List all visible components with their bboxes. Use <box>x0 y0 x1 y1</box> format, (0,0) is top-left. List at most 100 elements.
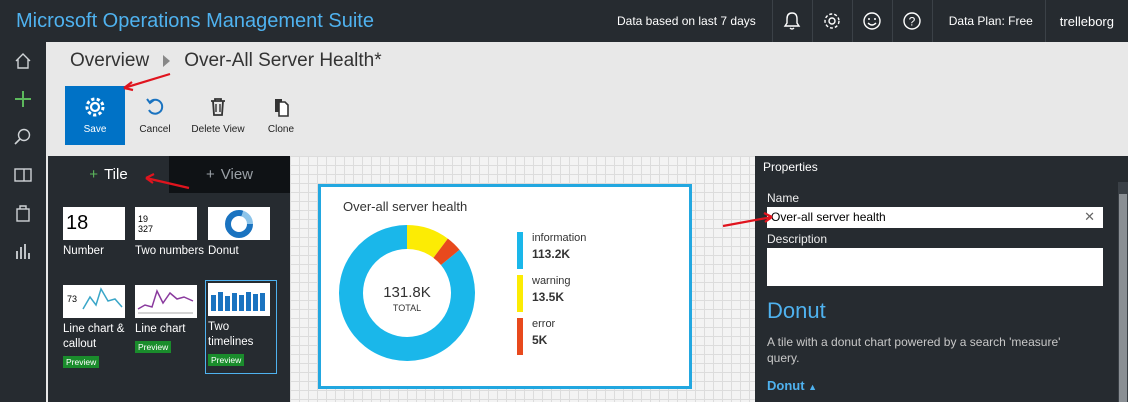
donut-total-label: TOTAL <box>393 303 421 313</box>
data-range-note: Data based on last 7 days <box>616 14 756 28</box>
legend-name: warning <box>532 275 571 287</box>
panels-icon[interactable] <box>0 156 46 194</box>
tile-two-timelines[interactable]: Two timelines Preview <box>205 280 277 374</box>
tile-label: Two timelines <box>208 321 254 348</box>
triangle-up-icon: ▲ <box>808 382 818 392</box>
tab-view-label: View <box>220 166 253 183</box>
two-numbers-thumbnail: 19 327 <box>135 207 197 240</box>
plus-icon: + <box>89 166 99 183</box>
tab-view[interactable]: + View <box>169 156 290 193</box>
preview-badge: Preview <box>63 356 100 368</box>
user-name[interactable]: trelleborg <box>1044 0 1128 42</box>
properties-title: Properties <box>763 160 818 174</box>
name-label: Name <box>767 191 800 205</box>
home-icon[interactable] <box>0 42 46 80</box>
undo-icon <box>146 98 164 115</box>
line-chart-thumb-icon <box>137 289 194 314</box>
data-plan[interactable]: Data Plan: Free <box>931 0 1045 42</box>
donut-section-label: Donut <box>767 378 805 393</box>
top-bar: Microsoft Operations Management Suite Da… <box>0 0 1128 42</box>
breadcrumb-separator-icon <box>163 55 171 67</box>
tile-donut[interactable]: Donut <box>208 207 278 259</box>
name-field-value: Over-all server health <box>771 210 886 224</box>
donut-section-toggle[interactable]: Donut ▲ <box>767 378 817 393</box>
legend-value: 113.2K <box>532 247 571 261</box>
properties-panel: Properties Name Over-all server health ✕… <box>755 156 1128 402</box>
delete-view-label: Delete View <box>191 124 245 135</box>
breadcrumb-overview[interactable]: Overview <box>70 50 149 72</box>
tile-line-chart[interactable]: Line chart Preview <box>135 285 205 355</box>
clear-icon[interactable]: ✕ <box>1084 209 1095 225</box>
left-nav <box>0 42 46 402</box>
donut-thumb-icon <box>225 209 253 238</box>
copy-icon <box>275 99 289 117</box>
breadcrumb: Overview Over-All Server Health* <box>70 50 382 72</box>
breadcrumb-current: Over-All Server Health* <box>184 50 382 71</box>
number-thumbnail: 18 <box>63 207 125 240</box>
timelines-thumbnail <box>208 283 270 316</box>
tile-label: Number <box>63 245 104 257</box>
save-label: Save <box>83 124 107 135</box>
smiley-icon[interactable] <box>851 0 892 42</box>
description-label: Description <box>767 232 828 246</box>
two-numbers-thumb-line1: 19 <box>138 213 149 224</box>
toolbar: Save Cancel Delete View Clone <box>65 86 311 145</box>
tab-tile[interactable]: + Tile <box>48 156 169 193</box>
legend-swatch <box>517 275 523 312</box>
legend-warning: warning 13.5K <box>517 275 571 312</box>
legend-name: information <box>532 232 587 244</box>
tile-line-chart-callout[interactable]: 73 Line chart & callout Preview <box>63 285 133 370</box>
donut-chart: 131.8K TOTAL <box>339 225 475 361</box>
donut-thumbnail <box>208 207 270 240</box>
legend-value: 13.5K <box>532 290 565 304</box>
gear-icon <box>85 97 105 117</box>
preview-badge: Preview <box>135 341 172 353</box>
add-icon[interactable] <box>0 80 46 118</box>
bell-icon[interactable] <box>771 0 812 42</box>
legend-error: error 5K <box>517 318 555 355</box>
legend-value: 5K <box>532 333 548 347</box>
preview-badge: Preview <box>208 354 245 366</box>
tab-tile-label: Tile <box>104 166 128 183</box>
bag-icon[interactable] <box>0 194 46 232</box>
name-field[interactable]: Over-all server health ✕ <box>767 207 1103 228</box>
tile-number[interactable]: 18 Number <box>63 207 133 259</box>
trash-icon <box>211 98 225 116</box>
tile-label: Line chart <box>135 323 186 335</box>
legend-name: error <box>532 318 556 330</box>
save-button[interactable]: Save <box>65 86 125 145</box>
tile-type-heading: Donut <box>767 298 826 323</box>
search-icon[interactable] <box>0 118 46 156</box>
bar-chart-icon[interactable] <box>0 232 46 270</box>
description-field[interactable] <box>767 248 1103 286</box>
tile-type-description: A tile with a donut chart powered by a s… <box>767 335 1061 365</box>
two-numbers-thumb-line2: 327 <box>138 223 154 234</box>
app-title[interactable]: Microsoft Operations Management Suite <box>0 10 617 33</box>
cancel-label: Cancel <box>139 124 171 135</box>
tile-gallery: + Tile + View 18 Number 19 327 Two numbers… <box>48 156 290 402</box>
tile-two-numbers[interactable]: 19 327 Two numbers <box>135 207 205 259</box>
scrollbar-thumb[interactable] <box>1119 194 1127 402</box>
timeline-bars-icon <box>211 292 265 311</box>
gear-icon[interactable] <box>811 0 852 42</box>
plus-icon: + <box>205 166 215 183</box>
clone-button[interactable]: Clone <box>251 86 311 145</box>
delete-view-button[interactable]: Delete View <box>185 86 251 145</box>
tile-label: Donut <box>208 245 239 257</box>
line-callout-thumb-text: 73 <box>67 294 78 304</box>
svg-text:?: ? <box>909 15 916 29</box>
clone-label: Clone <box>267 124 295 135</box>
legend-swatch <box>517 232 523 269</box>
number-thumb-text: 18 <box>66 212 89 234</box>
help-icon[interactable]: ? <box>891 0 932 42</box>
tile-title: Over-all server health <box>343 199 468 214</box>
designer-canvas: Over-all server health 131.8K TOTAL info… <box>290 156 755 402</box>
legend-swatch <box>517 318 523 355</box>
donut-total-value: 131.8K <box>383 284 431 301</box>
tile-label: Two numbers <box>135 245 205 257</box>
cancel-button[interactable]: Cancel <box>125 86 185 145</box>
line-chart-thumbnail <box>135 285 197 318</box>
tile-label: Line chart & callout <box>63 323 125 350</box>
line-callout-thumbnail: 73 <box>63 285 125 318</box>
donut-tile-preview[interactable]: Over-all server health 131.8K TOTAL info… <box>318 184 692 389</box>
